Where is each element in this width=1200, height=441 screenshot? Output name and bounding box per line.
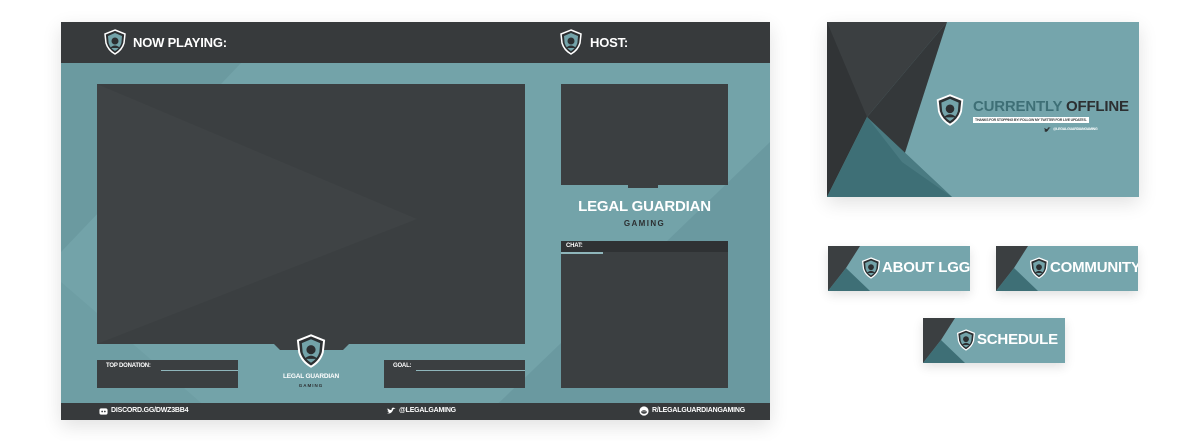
- stream-overlay-panel: NOW PLAYING: HOST: LEGAL GUARDIAN GAMING…: [61, 22, 770, 420]
- chat-header: [561, 241, 728, 252]
- shield-logo-icon: [104, 29, 126, 55]
- webcam-frame-tab: [628, 185, 658, 188]
- discord-icon: [99, 408, 108, 415]
- offline-title-part1: CURRENTLY: [973, 98, 1063, 115]
- top-donation-label: TOP DONATION:: [106, 363, 151, 369]
- offline-twitter: @LEGALGUARDIANGAMING: [1053, 127, 1098, 131]
- twitter-link[interactable]: @LEGALGAMING: [399, 407, 456, 414]
- gameplay-frame: [97, 84, 525, 344]
- goal-label: GOAL:: [393, 363, 412, 369]
- about-lgg-label: ABOUT LGG: [882, 259, 970, 276]
- shield-logo-icon: [296, 334, 326, 368]
- now-playing-label: NOW PLAYING:: [133, 35, 227, 50]
- host-label: HOST:: [590, 35, 629, 50]
- webcam-frame: [561, 84, 728, 185]
- reddit-link[interactable]: R/LEGALGUARDIANGAMING: [652, 407, 745, 414]
- offline-subtitle: THANKS FOR STOPPING BY! FOLLOW MY TWITTE…: [975, 118, 1087, 122]
- shield-logo-icon: [1029, 257, 1049, 279]
- bottom-brand-subtitle: GAMING: [298, 383, 324, 388]
- bottom-brand-name: LEGAL GUARDIAN: [283, 373, 339, 380]
- about-lgg-button[interactable]: ABOUT LGG: [828, 246, 970, 291]
- offline-screen: CURRENTLY OFFLINE THANKS FOR STOPPING BY…: [827, 22, 1139, 197]
- top-donation-line: [161, 370, 238, 371]
- shield-logo-icon: [936, 94, 964, 126]
- reddit-icon: [639, 406, 649, 416]
- shield-logo-icon: [956, 329, 976, 351]
- brand-subtitle: GAMING: [623, 219, 666, 228]
- twitter-icon: [387, 407, 396, 414]
- community-button[interactable]: COMMUNITY: [996, 246, 1138, 291]
- goal-line: [416, 370, 525, 371]
- twitter-icon: [1044, 127, 1051, 132]
- community-label: COMMUNITY: [1050, 259, 1138, 276]
- chat-box: [561, 241, 728, 388]
- shield-logo-icon: [861, 257, 881, 279]
- gameplay-frame-shading: [97, 84, 417, 344]
- schedule-label: SCHEDULE: [977, 331, 1058, 348]
- chat-accent-line: [561, 252, 603, 254]
- schedule-button[interactable]: SCHEDULE: [923, 318, 1065, 363]
- discord-link[interactable]: DISCORD.GG/DWZ3BB4: [111, 407, 188, 414]
- shield-logo-icon: [560, 29, 582, 55]
- offline-title: CURRENTLY OFFLINE: [973, 98, 1129, 115]
- brand-name: LEGAL GUARDIAN: [578, 198, 711, 215]
- chat-label: CHAT:: [566, 243, 583, 249]
- offline-title-part2: OFFLINE: [1066, 98, 1129, 115]
